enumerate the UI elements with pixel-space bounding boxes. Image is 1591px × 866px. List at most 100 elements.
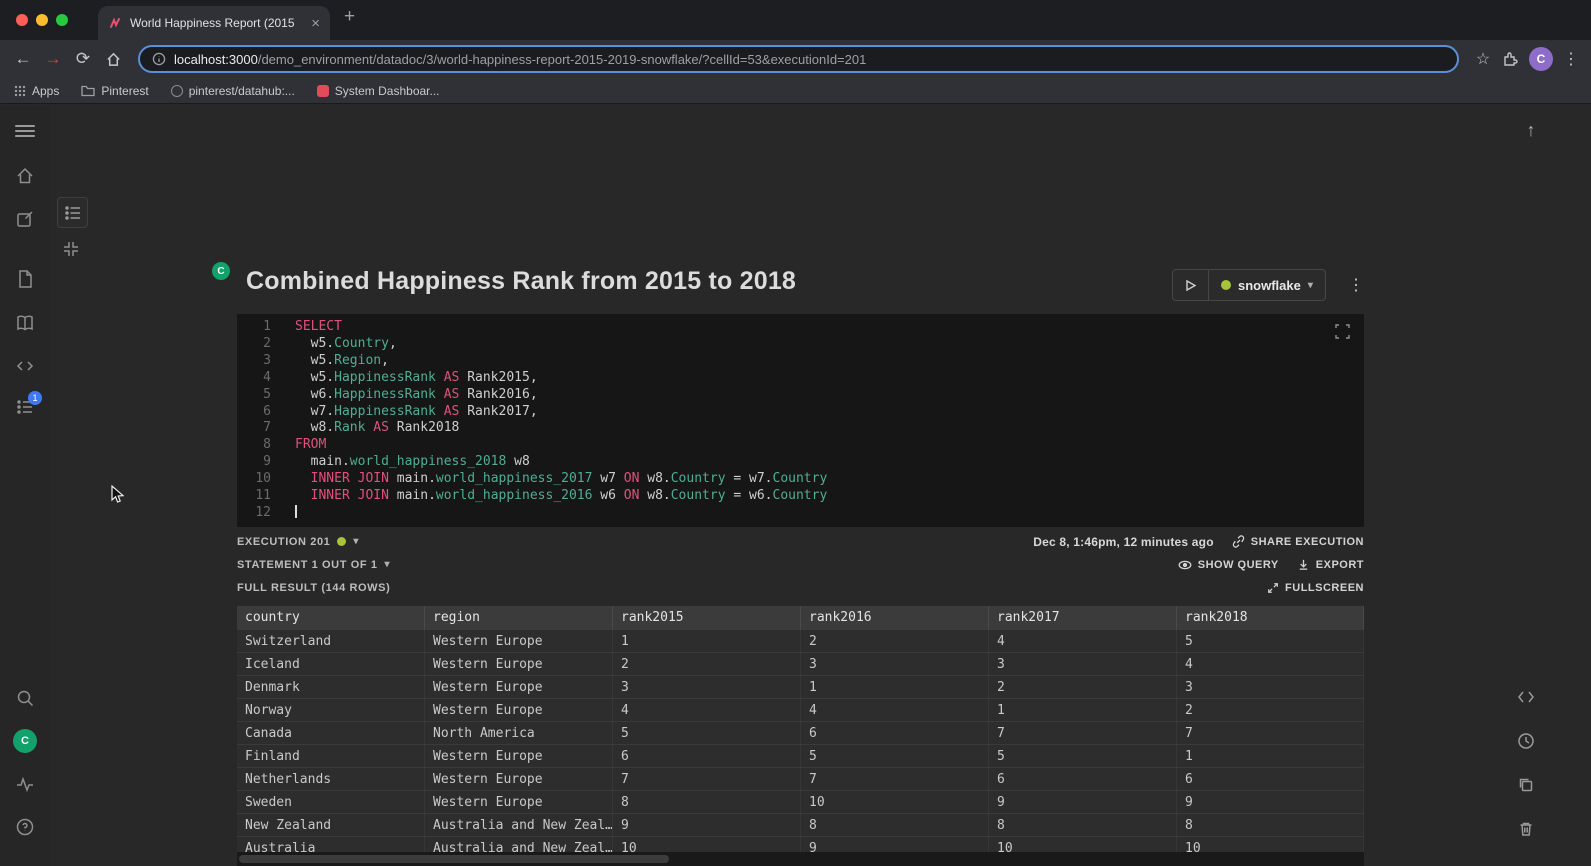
chevron-down-icon: ▾: [353, 536, 360, 547]
table-row[interactable]: Canada North America 5 6 7 7: [237, 722, 1364, 745]
extensions-icon[interactable]: [1497, 51, 1523, 67]
reload-button[interactable]: ⟳: [68, 44, 98, 74]
tab-close-icon[interactable]: ×: [311, 16, 320, 31]
code-line[interactable]: 3 w5.Region,: [237, 353, 1364, 370]
delete-icon[interactable]: [1512, 815, 1540, 843]
code-line[interactable]: 9 main.world_happiness_2018 w8: [237, 454, 1364, 471]
dashboard-favicon-icon: [316, 84, 329, 97]
home-nav-icon[interactable]: [15, 166, 35, 186]
table-cell: 8: [989, 814, 1177, 836]
browser-tab[interactable]: World Happiness Report (2015 ×: [98, 6, 330, 40]
result-table-header-row: country region rank2015 rank2016 rank2017 ran…: [237, 606, 1364, 630]
compose-doc-icon[interactable]: [15, 209, 35, 229]
forward-button[interactable]: →: [38, 44, 68, 74]
search-icon[interactable]: [15, 688, 35, 708]
code-line[interactable]: 10 INNER JOIN main.world_happiness_2017 …: [237, 471, 1364, 488]
zoom-window-button[interactable]: [56, 14, 68, 26]
code-line[interactable]: 2 w5.Country,: [237, 336, 1364, 353]
table-row[interactable]: Denmark Western Europe 3 1 2 3: [237, 676, 1364, 699]
table-cell: Canada: [237, 722, 425, 744]
column-header[interactable]: country: [237, 606, 425, 630]
table-cell: 5: [989, 745, 1177, 767]
bookmark-star-icon[interactable]: ☆: [1469, 49, 1497, 69]
table-row[interactable]: Sweden Western Europe 8 10 9 9: [237, 791, 1364, 814]
table-cell: Netherlands: [237, 768, 425, 790]
bookmarks-bar: Apps Pinterest pinterest/datahub:... Sys…: [0, 78, 1591, 104]
share-execution-label: SHARE EXECUTION: [1250, 535, 1364, 548]
copy-icon[interactable]: [1512, 771, 1540, 799]
docs-nav-icon[interactable]: [15, 269, 35, 289]
table-row[interactable]: Norway Western Europe 4 4 1 2: [237, 699, 1364, 722]
left-sidebar: 1 C: [0, 105, 50, 866]
table-row[interactable]: Finland Western Europe 6 5 5 1: [237, 745, 1364, 768]
horizontal-scrollbar[interactable]: [237, 852, 1364, 866]
column-header[interactable]: rank2015: [613, 606, 801, 630]
sql-editor[interactable]: 1 SELECT 2 w5.Country, 3 w5.Region, 4 w5.Hap…: [237, 314, 1364, 527]
bookmark-datahub[interactable]: pinterest/datahub:...: [170, 84, 295, 98]
close-window-button[interactable]: [16, 14, 28, 26]
code-line[interactable]: 12: [237, 504, 1364, 522]
table-cell: 2: [989, 676, 1177, 698]
table-cell: 3: [1177, 676, 1364, 698]
fullscreen-label: FULLSCREEN: [1285, 581, 1364, 594]
help-icon[interactable]: [15, 817, 35, 837]
toggle-code-panel-icon[interactable]: [1512, 683, 1540, 711]
browser-menu-icon[interactable]: ⋮: [1559, 49, 1583, 69]
tab-favicon-icon: [108, 16, 122, 30]
column-header[interactable]: rank2018: [1177, 606, 1364, 630]
url-host: localhost:3000: [174, 51, 258, 67]
lists-nav-icon[interactable]: 1: [15, 391, 42, 417]
scroll-to-top-button[interactable]: ↑: [1518, 117, 1544, 143]
code-line[interactable]: 6 w7.HappinessRank AS Rank2017,: [237, 404, 1364, 421]
result-table[interactable]: country region rank2015 rank2016 rank2017 ran…: [237, 606, 1364, 852]
code-line[interactable]: 11 INNER JOIN main.world_happiness_2016 …: [237, 488, 1364, 505]
bookmark-pinterest-folder[interactable]: Pinterest: [81, 84, 149, 98]
show-query-button[interactable]: SHOW QUERY: [1178, 559, 1279, 571]
share-execution-button[interactable]: SHARE EXECUTION: [1232, 535, 1364, 548]
collapse-cells-icon[interactable]: [63, 240, 81, 258]
table-row[interactable]: Australia Australia and New Zeal… 10 9 10 10: [237, 837, 1364, 852]
table-of-contents-button[interactable]: [57, 197, 88, 228]
eye-icon: [1178, 560, 1192, 569]
code-line[interactable]: 7 w8.Rank AS Rank2018: [237, 420, 1364, 437]
activity-icon[interactable]: [15, 774, 35, 794]
browser-profile-avatar[interactable]: C: [1529, 47, 1553, 71]
column-header[interactable]: region: [425, 606, 613, 630]
new-tab-button[interactable]: +: [344, 6, 355, 28]
tables-book-icon[interactable]: [15, 313, 35, 333]
code-line[interactable]: 5 w6.HappinessRank AS Rank2016,: [237, 387, 1364, 404]
history-icon[interactable]: [1512, 727, 1540, 755]
table-row[interactable]: Netherlands Western Europe 7 7 6 6: [237, 768, 1364, 791]
statement-picker[interactable]: STATEMENT 1 OUT OF 1 ▾: [237, 559, 390, 571]
user-avatar[interactable]: C: [13, 729, 37, 753]
cell-menu-icon[interactable]: ⋮: [1346, 271, 1366, 299]
site-info-icon[interactable]: [152, 52, 166, 66]
bookmark-system-dashboard[interactable]: System Dashboar...: [316, 84, 440, 98]
export-button[interactable]: EXPORT: [1297, 558, 1364, 571]
back-button[interactable]: ←: [8, 44, 38, 74]
address-bar[interactable]: localhost:3000/demo_environment/datadoc/…: [138, 45, 1459, 73]
table-row[interactable]: Switzerland Western Europe 1 2 4 5: [237, 630, 1364, 653]
execution-picker[interactable]: EXECUTION 201 ▾: [237, 536, 359, 548]
scrollbar-thumb[interactable]: [239, 855, 669, 863]
bookmark-apps[interactable]: Apps: [14, 84, 59, 98]
table-cell: New Zealand: [237, 814, 425, 836]
engine-picker[interactable]: snowflake ▾: [1209, 270, 1325, 300]
column-header[interactable]: rank2016: [801, 606, 989, 630]
code-line[interactable]: 1 SELECT: [237, 319, 1364, 336]
code-line[interactable]: 4 w5.HappinessRank AS Rank2015,: [237, 370, 1364, 387]
table-cell: 8: [1177, 814, 1364, 836]
code-line[interactable]: 8 FROM: [237, 437, 1364, 454]
home-button[interactable]: [98, 44, 128, 74]
run-query-button[interactable]: [1173, 270, 1209, 300]
expand-editor-icon[interactable]: [1335, 324, 1350, 339]
table-row[interactable]: New Zealand Australia and New Zeal… 9 8 8 8: [237, 814, 1364, 837]
code-snippets-icon[interactable]: [15, 356, 35, 376]
cell-title[interactable]: Combined Happiness Rank from 2015 to 201…: [246, 267, 796, 296]
fullscreen-button[interactable]: FULLSCREEN: [1267, 582, 1364, 594]
table-row[interactable]: Iceland Western Europe 2 3 3 4: [237, 653, 1364, 676]
minimize-window-button[interactable]: [36, 14, 48, 26]
table-cell: 4: [1177, 653, 1364, 675]
menu-icon[interactable]: [15, 122, 35, 142]
column-header[interactable]: rank2017: [989, 606, 1177, 630]
